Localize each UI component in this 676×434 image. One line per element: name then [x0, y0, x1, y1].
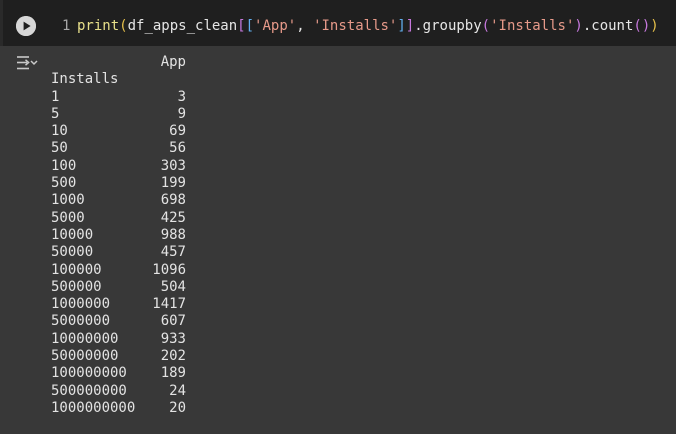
output-row: 50000000 202 [51, 348, 186, 365]
output-options-glyph [17, 56, 38, 70]
code-token: ) [650, 18, 659, 34]
output-installs-value: 5000000 [51, 313, 111, 330]
output-row: 1000000000 20 [51, 400, 186, 417]
output-installs-value: 100 [51, 157, 77, 174]
code-token: ] [405, 18, 415, 34]
output-row: 13 [51, 89, 186, 106]
code-token: 'Installs' [490, 18, 575, 34]
output-row: 1000 698 [51, 192, 186, 209]
run-cell-button[interactable] [16, 16, 36, 36]
output-row: 1000000 1417 [51, 296, 186, 313]
output-installs-value: 50000 [51, 244, 94, 261]
output-installs-value: 10000000 [51, 330, 119, 347]
output-installs-value: 100000000 [51, 365, 127, 382]
output-row: 5000000 607 [51, 313, 186, 330]
code-token: , [296, 18, 314, 34]
output-row: 5000 425 [51, 210, 186, 227]
output-app-count: 933 [160, 330, 186, 347]
output-app-count: 3 [177, 88, 186, 105]
code-token: [ [245, 18, 255, 34]
output-row: 10000000 933 [51, 331, 186, 348]
notebook-page: 1 print(df_apps_clean[['App', 'Installs'… [0, 0, 676, 434]
output-app-count: 9 [177, 105, 186, 122]
output-installs-value: 1000000 [51, 296, 111, 313]
code-token: [ [237, 18, 246, 34]
code-token: ( [119, 18, 128, 34]
output-row: 50 56 [51, 140, 186, 157]
output-installs-value: 500000 [51, 278, 102, 295]
output-app-count: 202 [160, 348, 186, 365]
output-installs-value: 500 [51, 175, 77, 192]
output-installs-value: 1000000000 [51, 399, 136, 416]
output-app-count: 199 [160, 175, 186, 192]
output-installs-value: 100000 [51, 261, 102, 278]
output-app-count: 24 [169, 382, 186, 399]
output-app-count: 607 [160, 313, 186, 330]
output-column-header-row: App [51, 54, 186, 71]
output-app-count: 457 [160, 244, 186, 261]
code-token: ] [397, 18, 406, 34]
code-token: ) [574, 18, 583, 34]
output-rows: 1 3 5 9 10 69 50 56 100 303 500 199 1000 698 5000 425 10… [51, 89, 186, 418]
output-column-header: App [160, 54, 186, 70]
output-app-count: 69 [169, 123, 186, 140]
output-app-count: 504 [160, 278, 186, 295]
output-app-count: 698 [160, 192, 186, 209]
output-index-name-row: Installs [51, 71, 186, 88]
output-row: 100 303 [51, 158, 186, 175]
code-token: .groupby [414, 18, 482, 34]
cell-left-marker [0, 0, 3, 46]
output-app-count: 1417 [152, 296, 186, 313]
output-installs-value: 50 [51, 140, 68, 157]
code-token: () [633, 18, 651, 34]
code-token: .count [582, 18, 634, 34]
code-token: print [77, 18, 120, 34]
code-token: df_apps_clean [127, 18, 238, 34]
line-number: 1 [62, 18, 71, 34]
code-cell[interactable]: 1 print(df_apps_clean[['App', 'Installs'… [0, 0, 676, 46]
output-row: 50000 457 [51, 244, 186, 261]
output-app-count: 189 [160, 365, 186, 382]
output-options-icon[interactable] [16, 55, 38, 71]
output-row: 100000 1096 [51, 262, 186, 279]
output-row: 10000 988 [51, 227, 186, 244]
code-editor[interactable]: print(df_apps_clean[['App', 'Installs']]… [77, 17, 659, 35]
output-app-count: 20 [169, 399, 186, 416]
output-installs-value: 50000000 [51, 348, 119, 365]
output-app-count: 988 [160, 226, 186, 243]
output-installs-value: 5 [51, 105, 60, 122]
output-app-count: 56 [169, 140, 186, 157]
output-row: 500000 504 [51, 279, 186, 296]
code-token: 'Installs' [313, 18, 398, 34]
output-installs-value: 1 [51, 88, 60, 105]
output-installs-value: 1000 [51, 192, 85, 209]
output-app-count: 303 [160, 157, 186, 174]
output-header-spacer [51, 54, 151, 71]
output-index-name: Installs [51, 71, 119, 88]
code-token: 'App' [254, 18, 297, 34]
output-installs-value: 500000000 [51, 382, 127, 399]
output-row: 100000000 189 [51, 365, 186, 382]
play-circle-icon [16, 16, 36, 36]
output-installs-value: 5000 [51, 209, 85, 226]
output-app-count: 1096 [152, 261, 186, 278]
cell-output: App Installs 1 3 5 9 10 69 50 56 100 303 500 199 100… [51, 54, 186, 417]
output-installs-value: 10 [51, 123, 68, 140]
output-row: 59 [51, 106, 186, 123]
output-row: 500000000 24 [51, 383, 186, 400]
output-row: 10 69 [51, 123, 186, 140]
output-installs-value: 10000 [51, 226, 94, 243]
code-token: ( [481, 18, 491, 34]
output-row: 500 199 [51, 175, 186, 192]
output-app-count: 425 [160, 209, 186, 226]
